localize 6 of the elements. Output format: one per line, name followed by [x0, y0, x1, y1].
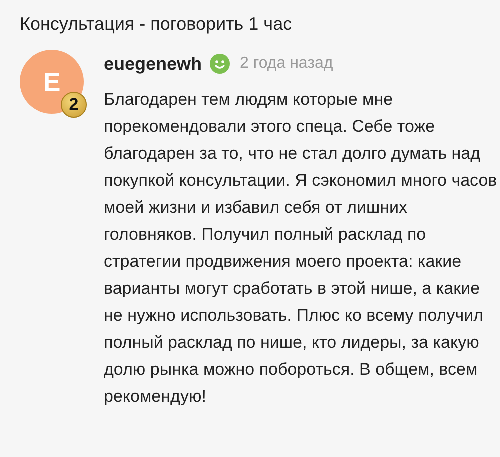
smiley-icon	[210, 54, 230, 74]
author-name[interactable]: euegenewh	[104, 54, 202, 74]
section-title: Консультация - поговорить 1 час	[20, 13, 294, 36]
review-time: 2 года назад	[240, 55, 334, 73]
level-badge: 2	[61, 92, 87, 118]
review-text: Благодарен тем людям которые мне порекомендовали этого спеца. Себе тоже благодарен за то, что не стал долго думать над покупкой консультации. Я сэкономил много часов моей жизни и избавил себя от лишних головняков. Получил полный расклад по стратегии продвижения моего проекта: какие варианты могут сработать в этой нише, а какие не нужно использовать. Плюс ко всему получил полный расклад по нише, кто лидеры, за какую долю рынка можно побороться. В общем, всем рекомендую!	[104, 89, 498, 408]
